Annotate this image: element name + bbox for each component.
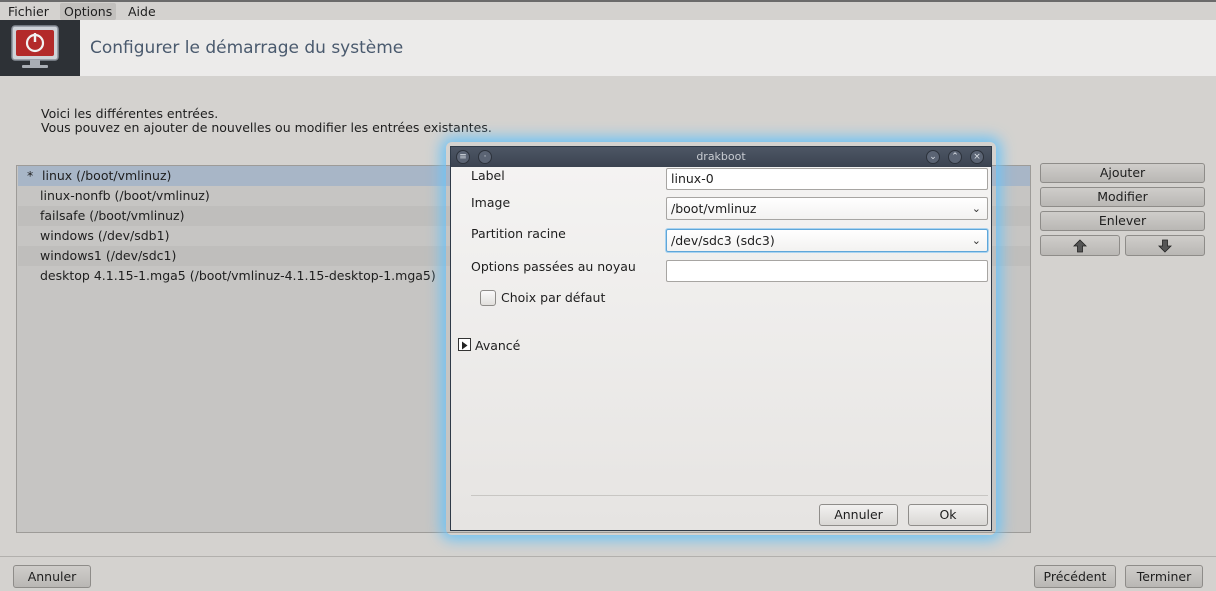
header: Configurer le démarrage du système xyxy=(0,20,1216,76)
page-title: Configurer le démarrage du système xyxy=(90,38,404,58)
arrow-down-icon xyxy=(1158,239,1172,253)
menu-options[interactable]: Options xyxy=(60,3,117,20)
cancel-button[interactable]: Annuler xyxy=(13,565,91,588)
image-field-label: Image xyxy=(471,195,511,210)
arrow-up-icon xyxy=(1073,239,1087,253)
dialog-ok-button[interactable]: Ok xyxy=(908,504,988,526)
chevron-down-icon: ⌄ xyxy=(971,234,981,247)
maximize-icon[interactable]: ⌃ xyxy=(948,150,962,164)
dialog-title: drakboot xyxy=(696,150,746,163)
entry-label: linux (/boot/vmlinuz) xyxy=(42,168,172,183)
default-marker: * xyxy=(27,168,34,183)
power-icon xyxy=(0,20,80,76)
modify-button[interactable]: Modifier xyxy=(1040,187,1205,207)
chevron-down-icon: ⌄ xyxy=(971,202,981,215)
menu-bar: Fichier Options Aide xyxy=(0,0,1216,20)
finish-button[interactable]: Terminer xyxy=(1125,565,1203,588)
move-up-button[interactable] xyxy=(1040,235,1120,256)
intro-line-1: Voici les différentes entrées. xyxy=(41,106,219,121)
label-input[interactable]: linux-0 xyxy=(666,168,988,190)
entry-label: failsafe (/boot/vmlinuz) xyxy=(40,208,185,223)
drakboot-dialog: ≡ · drakboot ⌄ ⌃ × Label linux-0 Image /… xyxy=(450,146,992,531)
entry-label: linux-nonfb (/boot/vmlinuz) xyxy=(40,188,210,203)
kernel-options-label: Options passées au noyau xyxy=(471,259,636,274)
intro-line-2: Vous pouvez en ajouter de nouvelles ou m… xyxy=(41,120,492,135)
dialog-titlebar[interactable]: ≡ · drakboot ⌄ ⌃ × xyxy=(451,147,991,167)
close-icon[interactable]: × xyxy=(970,150,984,164)
previous-button[interactable]: Précédent xyxy=(1034,565,1116,588)
image-value: /boot/vmlinuz xyxy=(671,201,757,216)
dialog-separator xyxy=(471,495,988,496)
entry-label: windows1 (/dev/sdc1) xyxy=(40,248,177,263)
image-combobox[interactable]: /boot/vmlinuz ⌄ xyxy=(666,197,988,220)
minimize-icon[interactable]: ⌄ xyxy=(926,150,940,164)
add-button[interactable]: Ajouter xyxy=(1040,163,1205,183)
expander-arrow-icon[interactable] xyxy=(458,338,471,351)
menu-fichier[interactable]: Fichier xyxy=(4,3,53,20)
root-partition-combobox[interactable]: /dev/sdc3 (sdc3) ⌄ xyxy=(666,229,988,252)
dialog-cancel-button[interactable]: Annuler xyxy=(819,504,898,526)
footer-separator xyxy=(0,556,1216,557)
remove-button[interactable]: Enlever xyxy=(1040,211,1205,231)
entry-label: windows (/dev/sdb1) xyxy=(40,228,170,243)
menu-aide[interactable]: Aide xyxy=(124,3,160,20)
label-field-label: Label xyxy=(471,168,505,183)
entry-label: desktop 4.1.15-1.mga5 (/boot/vmlinuz-4.1… xyxy=(40,268,436,283)
dialog-body: Label linux-0 Image /boot/vmlinuz ⌄ Part… xyxy=(451,167,991,530)
default-choice-label: Choix par défaut xyxy=(501,290,606,305)
kernel-options-input[interactable] xyxy=(666,260,988,282)
advanced-expander-label[interactable]: Avancé xyxy=(475,338,520,353)
root-partition-label: Partition racine xyxy=(471,226,566,241)
root-partition-value: /dev/sdc3 (sdc3) xyxy=(671,233,775,248)
default-choice-checkbox[interactable] xyxy=(480,290,496,306)
move-down-button[interactable] xyxy=(1125,235,1205,256)
